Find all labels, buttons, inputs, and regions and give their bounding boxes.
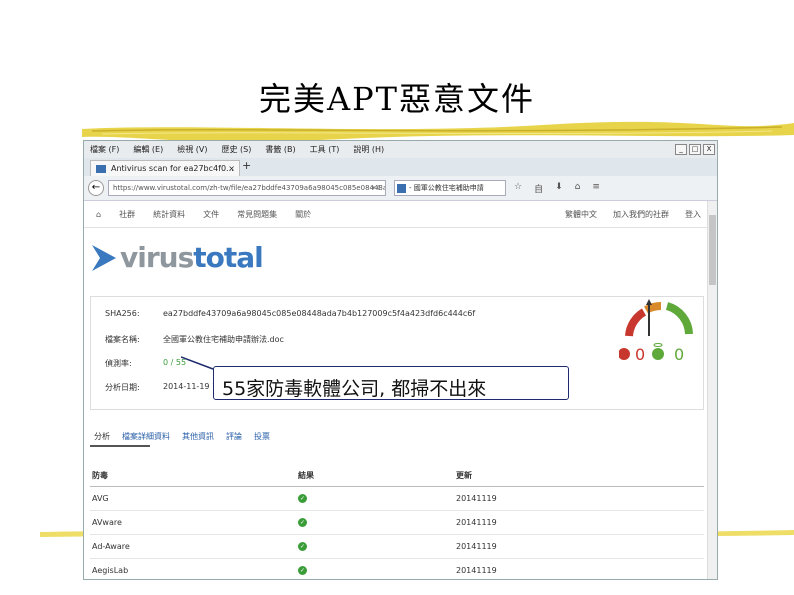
ratio-label: 偵測率: xyxy=(105,359,132,368)
header-antivirus: 防毒 xyxy=(92,471,108,480)
nav-community[interactable]: 社群 xyxy=(119,209,135,220)
sha-row: SHA256: ea27bddfe43709a6a98045c085e08448… xyxy=(105,309,475,318)
clean-check-icon: ✓ xyxy=(298,566,307,575)
engine-name: Ad-Aware xyxy=(92,542,130,551)
sha-label: SHA256: xyxy=(105,309,140,318)
results-table: 防毒 結果 更新 AVG ✓ 20141119 AVware ✓ 2014111… xyxy=(90,465,704,579)
tab-additional-info[interactable]: 其他資訊 xyxy=(182,431,214,442)
new-tab-button[interactable]: + xyxy=(242,159,251,172)
minimize-button[interactable]: _ xyxy=(675,144,687,155)
nav-documentation[interactable]: 文件 xyxy=(203,209,219,220)
clean-check-icon: ✓ xyxy=(298,542,307,551)
virustotal-logo: virustotal xyxy=(92,241,264,274)
callout-box: 55家防毒軟體公司, 都掃不出來 xyxy=(213,366,569,400)
bad-score: 0 xyxy=(635,345,645,364)
download-icon[interactable]: ⬇ xyxy=(555,182,563,195)
header-update: 更新 xyxy=(456,471,472,480)
url-bar[interactable]: https://www.virustotal.com/zh-tw/file/ea… xyxy=(108,180,386,196)
menu-item-tools[interactable]: 工具 (T) xyxy=(310,144,340,155)
clean-check-icon: ✓ xyxy=(298,494,307,503)
table-row: Ad-Aware ✓ 20141119 xyxy=(90,535,704,559)
subtabs: 分析 檔案詳細資料 其他資訊 評論 投票 xyxy=(94,431,282,442)
date-label: 分析日期: xyxy=(105,383,140,392)
tab-file-details[interactable]: 檔案詳細資料 xyxy=(122,431,170,442)
update-date: 20141119 xyxy=(456,494,497,503)
nav-sign-in[interactable]: 登入 xyxy=(685,209,701,220)
update-date: 20141119 xyxy=(456,518,497,527)
filename-label: 檔案名稱: xyxy=(105,335,140,344)
site-nav: ⌂ 社群 統計資料 文件 常見問題集 關於 繁體中文 加入我們的社群 登入 xyxy=(84,201,717,228)
table-row: AVG ✓ 20141119 xyxy=(90,487,704,511)
tab-bar: Antivirus scan for ea27bc4f0... × + xyxy=(84,158,717,176)
engine-name: AegisLab xyxy=(92,566,129,575)
table-row: AVware ✓ 20141119 xyxy=(90,511,704,535)
page-scrollbar[interactable] xyxy=(707,201,717,579)
highlight-stroke xyxy=(82,121,794,141)
back-button[interactable]: ← xyxy=(88,180,104,196)
active-tab-underline xyxy=(90,445,150,447)
evil-icon xyxy=(619,348,630,360)
menu-item-history[interactable]: 歷史 (S) xyxy=(222,144,252,155)
update-date: 20141119 xyxy=(456,542,497,551)
tab-close-icon[interactable]: × xyxy=(228,161,235,176)
browser-tab[interactable]: Antivirus scan for ea27bc4f0... × xyxy=(90,160,240,176)
menu-bar: 檔案 (F) 編輯 (E) 檢視 (V) 歷史 (S) 書籤 (B) 工具 (T… xyxy=(84,141,717,158)
menu-item-bookmarks[interactable]: 書籤 (B) xyxy=(265,144,295,155)
nav-join-community[interactable]: 加入我們的社群 xyxy=(613,209,669,220)
tab-comments[interactable]: 評論 xyxy=(226,431,242,442)
menu-item-help[interactable]: 說明 (H) xyxy=(353,144,384,155)
nav-language[interactable]: 繁體中文 xyxy=(565,209,597,220)
logo-text-total: total xyxy=(193,241,263,274)
reload-icon[interactable]: ▾ C xyxy=(371,181,382,195)
good-score: 0 xyxy=(674,345,684,364)
date-row: 分析日期: 2014-11-19 10: xyxy=(105,382,225,393)
tab-title: Antivirus scan for ea27bc4f0... xyxy=(111,164,234,173)
virustotal-mark-icon xyxy=(92,244,116,271)
reader-icon[interactable]: 自 xyxy=(534,182,543,195)
sha-value: ea27bddfe43709a6a98045c085e08448ada7b4b1… xyxy=(163,309,476,318)
menu-item-view[interactable]: 檢視 (V) xyxy=(177,144,207,155)
scrollbar-thumb[interactable] xyxy=(709,215,716,285)
bookmark-star-icon[interactable]: ☆ xyxy=(514,182,522,195)
clean-check-icon: ✓ xyxy=(298,518,307,527)
search-engine-icon xyxy=(397,184,406,193)
nav-statistics[interactable]: 統計資料 xyxy=(153,209,185,220)
callout-pointer xyxy=(181,356,214,370)
home-icon[interactable]: ⌂ xyxy=(575,182,581,195)
virustotal-favicon-icon xyxy=(96,165,106,173)
nav-faq[interactable]: 常見問題集 xyxy=(237,209,277,220)
browser-window: 檔案 (F) 編輯 (E) 檢視 (V) 歷史 (S) 書籤 (B) 工具 (T… xyxy=(83,140,718,580)
menu-item-file[interactable]: 檔案 (F) xyxy=(90,144,119,155)
tab-analysis[interactable]: 分析 xyxy=(94,431,110,442)
slide-title: 完美APT惡意文件 xyxy=(259,80,535,118)
tab-votes[interactable]: 投票 xyxy=(254,431,270,442)
engine-name: AVware xyxy=(92,518,122,527)
close-button[interactable]: X xyxy=(703,144,715,155)
filename-row: 檔案名稱: 全國軍公教住宅補助申請辦法.doc xyxy=(105,334,284,345)
update-date: 20141119 xyxy=(456,566,497,575)
angel-icon xyxy=(652,348,664,360)
home-nav-icon[interactable]: ⌂ xyxy=(96,210,101,219)
menu-item-edit[interactable]: 編輯 (E) xyxy=(133,144,163,155)
engine-name: AVG xyxy=(92,494,109,503)
logo-text-virus: virus xyxy=(120,241,194,274)
url-text: https://www.virustotal.com/zh-tw/file/ea… xyxy=(113,184,385,192)
nav-about[interactable]: 關於 xyxy=(295,209,311,220)
community-score-gauge: 0 0 xyxy=(619,299,693,364)
ratio-row: 偵測率: 0 / 55 xyxy=(105,358,186,369)
table-header: 防毒 結果 更新 xyxy=(90,465,704,487)
filename-value: 全國軍公教住宅補助申請辦法.doc xyxy=(163,335,284,344)
header-result: 結果 xyxy=(298,471,314,480)
search-text: - 國軍公教住宅補助申請 xyxy=(409,184,484,192)
table-row: AegisLab ✓ 20141119 xyxy=(90,559,704,579)
nav-bar: ← https://www.virustotal.com/zh-tw/file/… xyxy=(84,176,717,201)
slide: 完美APT惡意文件 檔案 (F) 編輯 (E) 檢視 (V) 歷史 (S) 書籤… xyxy=(0,0,794,595)
search-input[interactable]: - 國軍公教住宅補助申請 xyxy=(394,180,506,196)
menu-icon[interactable]: ≡ xyxy=(592,182,600,195)
maximize-button[interactable]: □ xyxy=(689,144,701,155)
toolbar-icons: ☆ 自 ⬇ ⌂ ≡ xyxy=(514,182,612,195)
